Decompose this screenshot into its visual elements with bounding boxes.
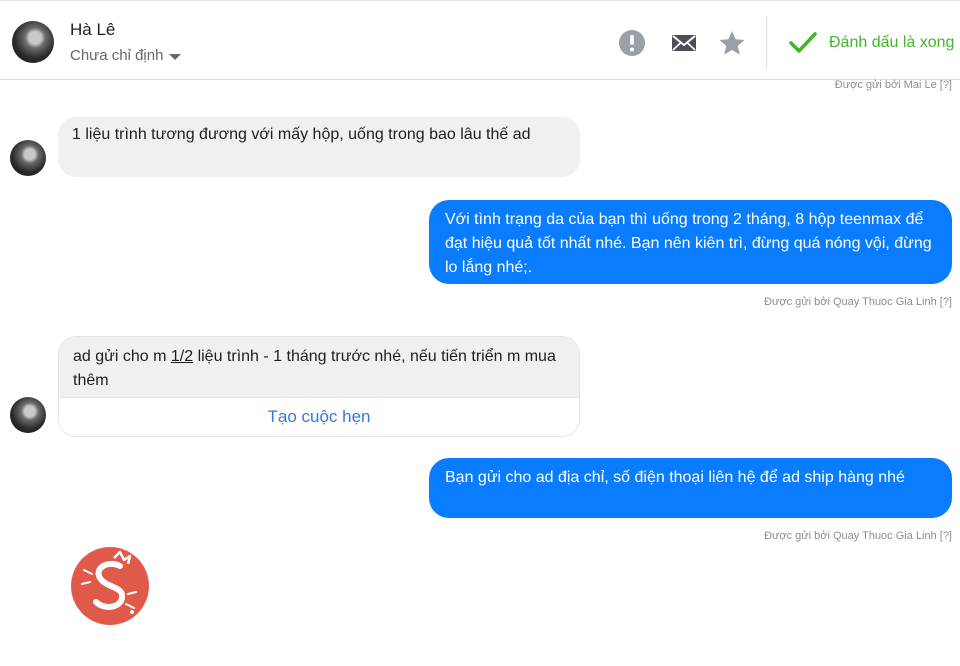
customer-avatar[interactable] (10, 140, 46, 176)
header-divider (766, 17, 767, 69)
contact-avatar[interactable] (12, 21, 54, 63)
sent-by-label: Được gửi bởi Quay Thuoc Gia Linh [?] (764, 530, 952, 542)
incoming-message: 1 liệu trình tương đương với mấy hộp, uố… (58, 117, 580, 177)
outgoing-message: Bạn gửi cho ad địa chỉ, số điện thoại li… (429, 458, 952, 518)
sent-by-label: Được gửi bởi Quay Thuoc Gia Linh [?] (764, 296, 952, 308)
incoming-message-card: ad gửi cho m 1/2 liệu trình - 1 tháng tr… (58, 336, 580, 437)
create-appointment-button[interactable]: Tạo cuộc hẹn (59, 397, 579, 436)
message-underlined-text: 1/2 (170, 348, 194, 365)
mark-done-button[interactable]: Đánh dấu là xong (789, 31, 954, 55)
star-icon[interactable] (718, 29, 746, 57)
envelope-icon[interactable] (670, 29, 698, 57)
contact-name[interactable]: Hà Lê (70, 20, 115, 40)
customer-avatar[interactable] (10, 397, 46, 433)
chevron-down-icon (169, 53, 182, 60)
outgoing-message: Với tình trạng da của bạn thì uống trong… (429, 200, 952, 284)
exclamation-icon[interactable] (618, 29, 646, 57)
dragon-logo (70, 546, 150, 626)
mark-done-label: Đánh dấu là xong (829, 34, 955, 51)
assignee-dropdown[interactable]: Chưa chỉ định (70, 47, 182, 64)
message-text: ad gửi cho m (73, 348, 171, 365)
sent-by-label: Được gửi bởi Mai Le [?] (834, 79, 952, 91)
incoming-message: ad gửi cho m 1/2 liệu trình - 1 tháng tr… (59, 337, 579, 397)
checkmark-icon (789, 32, 817, 53)
assignee-label: Chưa chỉ định (70, 47, 164, 64)
conversation-header: Hà Lê Chưa chỉ định Đánh dấu là xong (0, 0, 960, 80)
